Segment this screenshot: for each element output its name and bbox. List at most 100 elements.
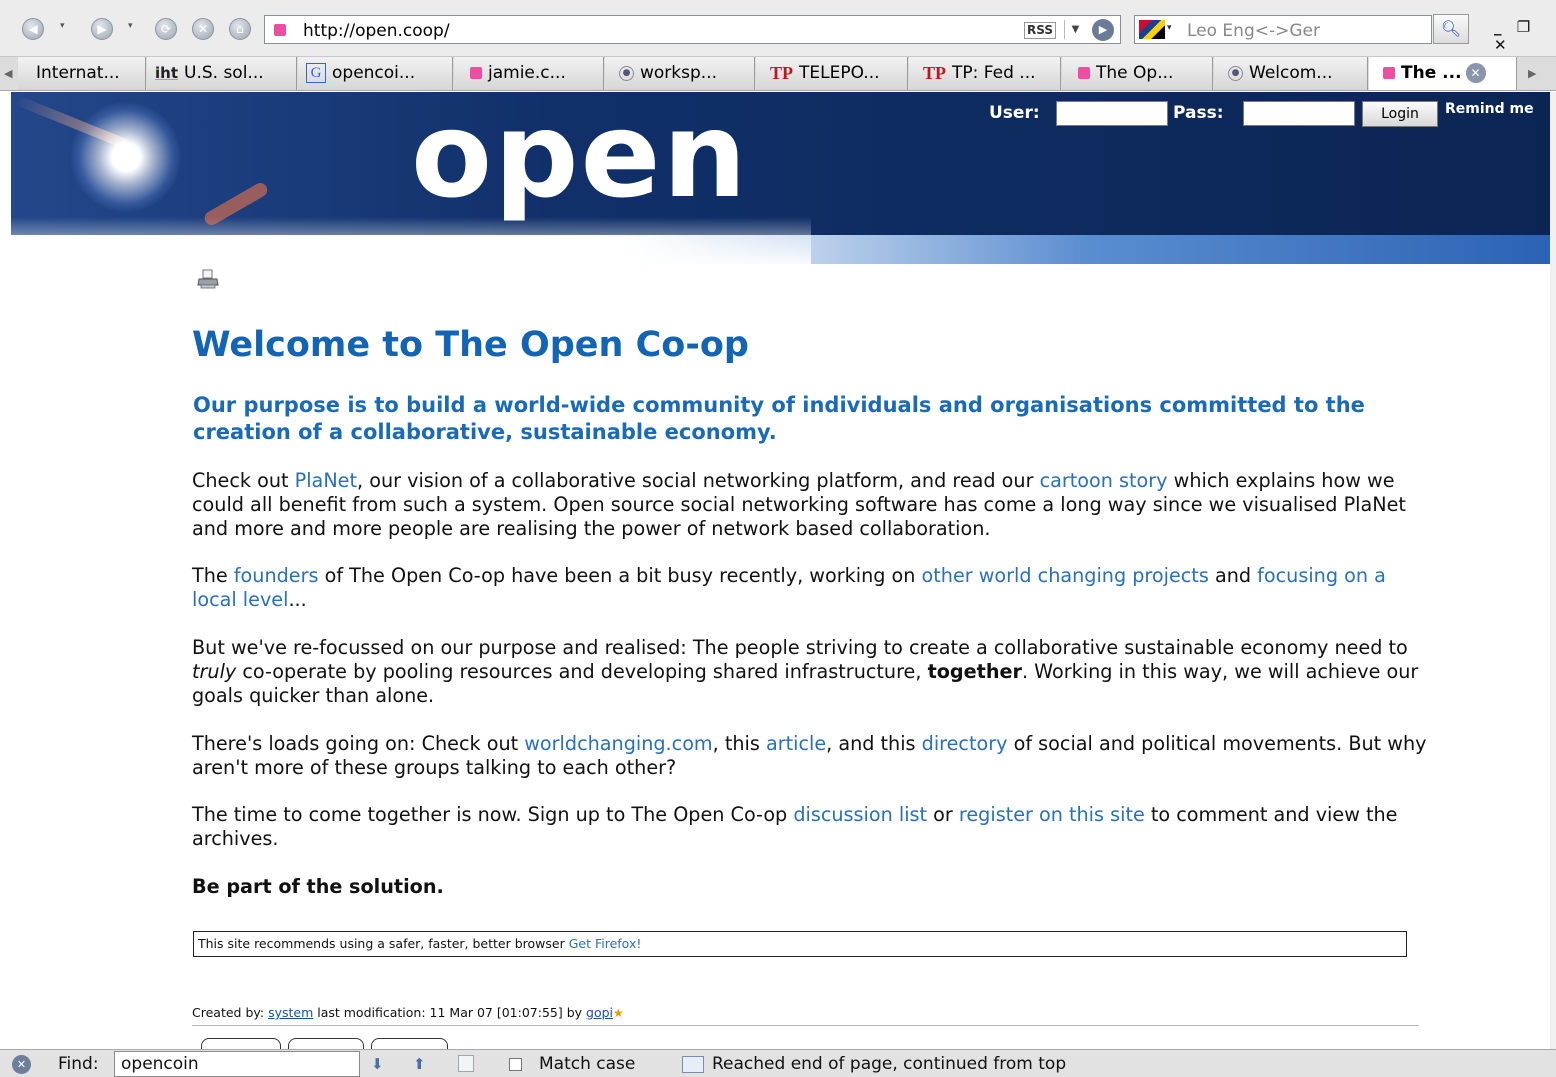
purpose-statement: Our purpose is to build a world-wide com… — [193, 393, 1365, 444]
search-button[interactable]: 🔍︎ — [1433, 14, 1469, 44]
directory-link[interactable]: directory — [922, 732, 1008, 755]
match-case-label[interactable]: Match case — [539, 1054, 635, 1074]
stop-button[interactable]: ✕ — [192, 18, 214, 40]
reload-button[interactable]: ⟳ — [155, 18, 177, 40]
tp-icon: TP — [923, 63, 947, 83]
tab-label: opencoi... — [332, 63, 416, 83]
tab-active-the-open-coop[interactable]: The ... ✕ — [1369, 57, 1517, 90]
match-case-checkbox[interactable] — [509, 1058, 522, 1071]
pink-square-icon — [1078, 67, 1090, 79]
go-button[interactable]: ▶ — [1092, 19, 1114, 41]
tab-bar: ◀ Internat... iht U.S. sol... Gopencoi...… — [0, 57, 1556, 91]
user-label: User: — [989, 103, 1040, 123]
tab-label: The ... — [1401, 63, 1462, 83]
printer-icon[interactable] — [197, 268, 219, 290]
emphasis-together: together — [927, 660, 1022, 683]
discussion-list-link[interactable]: discussion list — [793, 803, 927, 826]
login-button[interactable]: Login — [1362, 101, 1438, 127]
tab-label: TP: Fed ... — [952, 63, 1036, 83]
get-firefox-link[interactable]: Get Firefox! — [569, 936, 642, 951]
remind-me-link[interactable]: Remind me — [1445, 101, 1534, 117]
text: , our vision of a collaborative social n… — [357, 469, 1040, 492]
url-bar[interactable]: http://open.coop/ RSS ▼ ▶ — [264, 15, 1121, 44]
tab-label: Internat... — [36, 63, 120, 83]
text: This site recommends using a safer, fast… — [198, 936, 569, 951]
paragraph-planet: Check out PlaNet, our vision of a collab… — [192, 469, 1432, 541]
back-button[interactable]: ◀ — [22, 18, 44, 40]
tab-iht[interactable]: iht U.S. sol... — [147, 57, 297, 90]
pink-square-icon — [470, 67, 482, 79]
paragraph-loads-going-on: There's loads going on: Check out worldc… — [192, 732, 1432, 780]
article-link[interactable]: article — [766, 732, 826, 755]
tab-label: U.S. sol... — [184, 63, 264, 83]
text: and — [1208, 564, 1258, 587]
search-engine-dropdown-icon[interactable]: ▾ — [1167, 23, 1172, 33]
cartoon-story-link[interactable]: cartoon story — [1040, 469, 1168, 492]
text: co-operate by pooling resources and deve… — [236, 660, 928, 683]
browser-toolbar: ◀ ▾ ▶ ▾ ⟳ ✕ ⌂ http://open.coop/ RSS ▼ ▶ … — [0, 0, 1556, 57]
page-title: Welcome to The Open Co-op — [192, 325, 749, 365]
text: The — [192, 564, 234, 587]
sun-flare-image — [71, 102, 181, 212]
text: There's loads going on: Check out — [192, 732, 525, 755]
tab-internat[interactable]: Internat... — [18, 57, 146, 90]
tp-icon: TP — [770, 63, 794, 83]
google-icon: G — [306, 63, 326, 83]
tab-tp-fed[interactable]: TP TP: Fed ... — [909, 57, 1061, 90]
search-input[interactable]: Leo Eng<->Ger — [1187, 21, 1320, 41]
tab-scroll-left-icon[interactable]: ◀ — [4, 57, 12, 90]
banner-fade-left — [11, 217, 811, 264]
created-by-line: Created by: system last modification: 11… — [192, 1005, 624, 1020]
site-header-banner: open User: Pass: Login Remind me — [11, 92, 1550, 264]
text: , this — [712, 732, 766, 755]
tab-scroll-right-icon[interactable]: ▶ — [1528, 57, 1536, 90]
find-input[interactable]: opencoin — [114, 1051, 360, 1077]
url-text[interactable]: http://open.coop/ — [303, 21, 450, 41]
tab-label: Welcom... — [1249, 63, 1333, 83]
tab-opencoin-search[interactable]: Gopencoi... — [298, 57, 453, 90]
search-bar[interactable]: ▾ Leo Eng<->Ger — [1134, 15, 1432, 44]
url-history-dropdown-icon[interactable]: ▼ — [1064, 20, 1086, 39]
iht-icon: iht — [155, 64, 178, 82]
find-next-icon[interactable]: ⬇ — [371, 1055, 384, 1073]
rss-feed-icon[interactable]: RSS — [1024, 22, 1056, 39]
founders-link[interactable]: founders — [234, 564, 319, 587]
tab-close-icon[interactable]: ✕ — [1465, 63, 1486, 83]
window-controls[interactable]: _ ❐ ✕ — [1494, 18, 1556, 54]
tab-telepolis[interactable]: TP TELEPO... — [756, 57, 908, 90]
find-label: Find: — [58, 1054, 99, 1074]
open-logo[interactable]: open — [411, 92, 749, 224]
dictionary-flag-icon[interactable] — [1139, 20, 1165, 39]
find-close-icon[interactable]: ✕ — [12, 1055, 31, 1074]
site-favicon-icon — [274, 24, 286, 36]
home-button[interactable]: ⌂ — [229, 18, 251, 40]
tab-label: The Op... — [1096, 63, 1174, 83]
text: Check out — [192, 469, 295, 492]
modifier-user-link[interactable]: gopi — [586, 1005, 613, 1020]
tab-welcome[interactable]: ● Welcom... — [1214, 57, 1368, 90]
text: , and this — [826, 732, 922, 755]
text: ... — [288, 588, 307, 611]
divider — [192, 1025, 1419, 1026]
scrollbar[interactable] — [1550, 92, 1556, 1049]
tab-jamie[interactable]: jamie.c... — [454, 57, 604, 90]
emphasis-truly: truly — [192, 660, 237, 683]
register-link[interactable]: register on this site — [959, 803, 1145, 826]
creator-user-link[interactable]: system — [268, 1005, 313, 1020]
text: The time to come together is now. Sign u… — [192, 803, 794, 826]
find-status-text: Reached end of page, continued from top — [712, 1054, 1067, 1074]
worldchanging-link[interactable]: worldchanging.com — [524, 732, 712, 755]
other-projects-link[interactable]: other world changing projects — [922, 564, 1209, 587]
forward-dropdown-icon[interactable]: ▾ — [128, 21, 133, 31]
planet-link[interactable]: PlaNet — [295, 469, 357, 492]
paragraph-refocussed: But we've re-focussed on our purpose and… — [192, 636, 1432, 708]
pass-label: Pass: — [1173, 103, 1224, 123]
back-dropdown-icon[interactable]: ▾ — [60, 21, 65, 31]
password-input[interactable] — [1243, 101, 1355, 126]
find-previous-icon[interactable]: ⬆ — [413, 1055, 426, 1073]
forward-button[interactable]: ▶ — [91, 18, 113, 40]
tab-workspace[interactable]: ● worksp... — [605, 57, 755, 90]
username-input[interactable] — [1056, 101, 1168, 126]
highlight-all-icon[interactable] — [458, 1055, 474, 1072]
tab-the-open[interactable]: The Op... — [1062, 57, 1213, 90]
